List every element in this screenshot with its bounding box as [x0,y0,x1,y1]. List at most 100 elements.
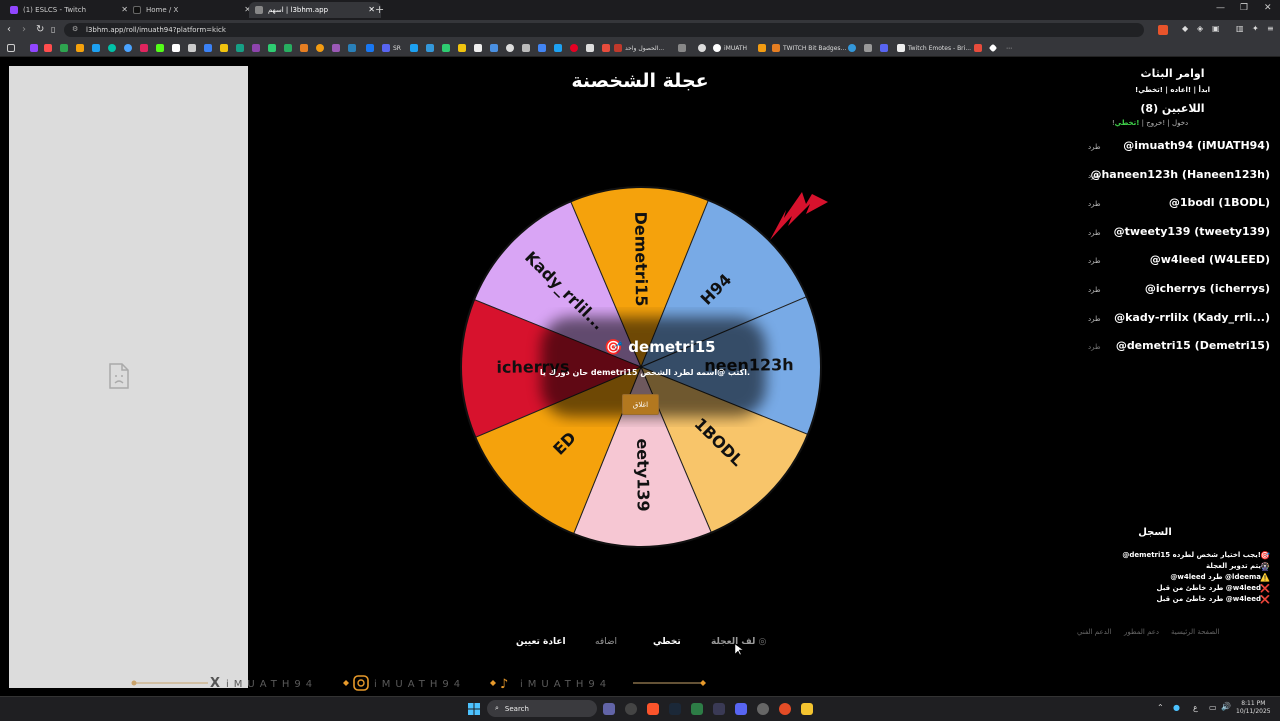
taskbar-search[interactable]: ⌕ Search [487,700,597,717]
bookmark-icon[interactable] [848,43,856,53]
bookmark-icon[interactable] [366,43,374,53]
kick-button[interactable]: طرد [1088,315,1101,323]
bookmark-icon[interactable] [188,43,196,53]
bookmark-icon[interactable] [284,43,292,53]
bookmark-icon[interactable] [44,43,52,53]
close-result-button[interactable]: اغلاق [622,394,659,415]
bookmark-icon[interactable] [538,43,546,53]
tab-x[interactable]: Home / X ✕ [127,2,257,18]
bookmark-twitch-emotes[interactable]: Twitch Emotes - Bri... [897,43,971,53]
bookmark-icon[interactable] [92,43,100,53]
wallet-icon[interactable]: ✦ [1252,24,1259,33]
bookmark-imuath[interactable]: iMUATH [713,43,747,53]
app-icon[interactable] [691,703,703,715]
footer-home-link[interactable]: الصفحة الرئيسية [1171,628,1219,636]
bookmark-icon[interactable] [140,43,148,53]
bookmark-icon[interactable] [156,43,164,53]
bookmark-icon[interactable] [76,43,84,53]
obs-icon[interactable] [779,703,791,715]
file-explorer-icon[interactable] [801,703,813,715]
skip-button[interactable]: تخطي [653,637,681,647]
kick-button[interactable]: طرد [1088,257,1101,265]
bookmark-icon[interactable] [410,43,418,53]
extension-icon[interactable]: ◈ [1197,24,1203,33]
brave-shield-icon[interactable] [1158,25,1168,35]
taskbar-clock[interactable]: 8:11 PM 10/11/2025 [1236,700,1271,716]
bookmark-icon[interactable] [332,43,340,53]
bookmark-icon[interactable] [108,43,116,53]
bookmark-icon[interactable] [554,43,562,53]
footer-help-link[interactable]: الدعم الفني [1077,628,1111,636]
tab-l3bhm[interactable]: اسهم | l3bhm.app ✕ [249,2,381,18]
bookmark-icon[interactable] [426,43,434,53]
chevron-up-icon[interactable]: ⌃ [1157,703,1164,712]
footer-support-dev-link[interactable]: دعم المطور [1124,628,1159,636]
bookmark-arabic[interactable]: الحصول واحد... [614,43,664,53]
bookmark-icon[interactable] [442,43,450,53]
apps-icon[interactable] [7,43,15,53]
bookmark-icon[interactable] [974,43,982,53]
bookmark-icon[interactable] [586,43,594,53]
bookmark-icon[interactable] [204,43,212,53]
brave-icon[interactable] [647,703,659,715]
tab-twitch[interactable]: (1) ESLCS - Twitch ✕ [4,2,134,18]
kick-button[interactable]: طرد [1088,200,1101,208]
bookmark-icon[interactable] [252,43,260,53]
extension-icon[interactable]: ◆ [1182,24,1188,33]
reload-icon[interactable]: ↻ [36,24,44,35]
bookmark-sr[interactable]: SR [382,43,401,53]
forward-icon[interactable]: › [22,24,26,35]
bookmark-icon[interactable] [474,43,482,53]
bookmark-icon[interactable] [458,43,466,53]
bookmark-icon[interactable] [220,43,228,53]
bookmark-icon[interactable] [864,43,872,53]
close-tab-icon[interactable]: ✕ [368,5,375,14]
new-tab-button[interactable]: + [375,3,384,16]
reset-button[interactable]: اعادة تعيين [516,637,566,647]
bookmark-icon[interactable] [348,43,356,53]
network-icon[interactable]: ▭ [1209,703,1217,712]
volume-icon[interactable]: 🔊 [1221,702,1231,711]
close-window-icon[interactable]: ✕ [1264,3,1272,13]
discord-icon[interactable] [735,703,747,715]
sidebar-icon[interactable]: ▥ [1236,24,1244,33]
kick-button[interactable]: طرد [1088,229,1101,237]
add-button[interactable]: اضافه [595,637,617,647]
minimize-icon[interactable]: — [1216,3,1225,13]
bookmark-icon[interactable] [506,43,514,53]
bookmark-icon[interactable] [758,43,766,53]
bookmark-icon[interactable] [988,43,998,53]
kick-button[interactable]: طرد [1088,343,1101,351]
bookmark-icon[interactable] [30,43,38,53]
bookmark-icon[interactable] [698,43,706,53]
settings-icon[interactable] [757,703,769,715]
kick-button[interactable]: طرد [1088,143,1101,151]
extension-icon[interactable]: ▣ [1212,24,1220,33]
github-icon[interactable] [625,703,637,715]
more-bookmarks-icon[interactable]: ⋯ [1006,43,1012,53]
back-icon[interactable]: ‹ [7,24,11,35]
bookmark-icon[interactable] [522,43,530,53]
bookmark-icon[interactable] [678,43,686,53]
bookmark-twitch-badges[interactable]: TWITCH Bit Badges... [772,43,846,53]
bookmark-icon[interactable] [880,43,888,53]
bookmark-icon[interactable] [268,43,276,53]
bookmark-icon[interactable] [316,43,324,53]
bookmark-icon[interactable] [172,43,180,53]
steam-icon[interactable] [669,703,681,715]
app-icon[interactable] [713,703,725,715]
menu-icon[interactable]: ≡ [1267,24,1274,33]
kick-button[interactable]: طرد [1088,286,1101,294]
bookmark-icon[interactable] [300,43,308,53]
microphone-icon[interactable]: ● [1173,703,1180,712]
site-info-icon[interactable]: ⚙ [72,25,78,33]
maximize-icon[interactable]: ❐ [1240,3,1248,13]
language-icon[interactable]: ع [1193,703,1198,712]
bookmark-icon[interactable] [236,43,244,53]
windows-start-icon[interactable] [468,703,480,715]
bookmark-icon[interactable] [60,43,68,53]
bookmark-icon[interactable] [570,43,578,53]
address-bar[interactable]: ⚙ l3bhm.app/roll/imuath94?platform=kick [64,23,1144,37]
bookmark-icon[interactable]: ▯ [51,25,55,34]
bookmark-icon[interactable] [490,43,498,53]
